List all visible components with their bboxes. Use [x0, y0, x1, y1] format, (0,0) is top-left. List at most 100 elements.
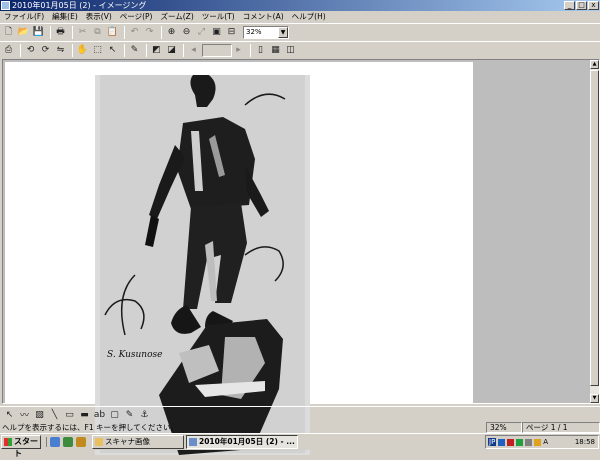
zoom-select[interactable]: 32% ▼ — [243, 25, 289, 39]
status-bar: ヘルプを表示するには、F1 キーを押してください。 32% ページ 1 / 1 — [0, 422, 600, 433]
scanned-illustration: S. Kusunose — [95, 75, 310, 455]
maximize-button[interactable]: □ — [576, 1, 587, 10]
scan-icon[interactable]: ⎙ — [2, 44, 15, 57]
pointer-icon[interactable]: ↖ — [106, 44, 119, 57]
scroll-up-icon[interactable]: ▲ — [590, 60, 599, 69]
status-help-text: ヘルプを表示するには、F1 キーを押してください。 — [2, 423, 179, 432]
menu-edit[interactable]: 編集(E) — [48, 11, 82, 23]
zoom-out-icon[interactable]: ⊖ — [180, 26, 193, 39]
page-number-input[interactable] — [202, 43, 232, 57]
rotate-right-icon[interactable]: ⟳ — [39, 44, 52, 57]
save-icon[interactable]: 💾 — [32, 26, 45, 39]
system-tray: JP A 18:58 — [485, 435, 599, 449]
compress-icon[interactable]: ◪ — [165, 44, 178, 57]
ime-mode-indicator[interactable]: A — [543, 438, 548, 446]
scroll-down-icon[interactable]: ▼ — [590, 394, 599, 403]
internet-explorer-icon[interactable] — [50, 437, 60, 447]
menu-bar: ファイル(F) 編集(E) 表示(V) ページ(P) ズーム(Z) ツール(T)… — [0, 11, 600, 23]
highlighter-icon[interactable]: ▨ — [33, 408, 46, 421]
separator — [20, 43, 21, 57]
tray-icon[interactable] — [507, 438, 515, 446]
one-page-icon[interactable]: ▯ — [254, 44, 267, 57]
fit-width-icon[interactable]: ⊟ — [225, 26, 238, 39]
show-desktop-icon[interactable] — [63, 437, 73, 447]
tray-icon[interactable] — [534, 438, 542, 446]
task-label: スキャナ画像 — [105, 437, 150, 446]
menu-zoom[interactable]: ズーム(Z) — [156, 11, 197, 23]
imaging-window: 2010年01月05日 (2) - イメージング _ □ x ファイル(F) 編… — [0, 0, 600, 458]
hand-tool-icon[interactable]: ✋ — [76, 44, 89, 57]
start-button[interactable]: スタート — [1, 435, 41, 458]
filled-rectangle-icon[interactable]: ▬ — [78, 408, 91, 421]
separator — [124, 43, 125, 57]
tray-icon[interactable] — [498, 438, 506, 446]
menu-page[interactable]: ページ(P) — [116, 11, 157, 23]
text-icon[interactable]: ab — [93, 408, 106, 421]
annotation-toolbar: ↖ 〰 ▨ ╲ ▭ ▬ ab ▢ ✎ ⚓ — [0, 406, 600, 422]
thumbnail-icon[interactable]: ▦ — [269, 44, 282, 57]
separator — [161, 25, 162, 39]
chevron-down-icon[interactable]: ▼ — [278, 26, 288, 38]
separator — [72, 43, 73, 57]
scroll-thumb[interactable] — [590, 70, 599, 386]
select-rect-icon[interactable]: ⬚ — [91, 44, 104, 57]
document-page[interactable]: S. Kusunose — [5, 62, 473, 455]
page-and-thumbnail-icon[interactable]: ◫ — [284, 44, 297, 57]
clock[interactable]: 18:58 — [575, 438, 598, 446]
next-page-icon[interactable]: ▸ — [232, 44, 245, 57]
rubber-stamp-icon[interactable]: ⚓ — [138, 408, 151, 421]
imaging-app-icon — [189, 438, 197, 446]
new-icon[interactable]: 🗋 — [2, 26, 15, 39]
paste-icon[interactable]: 📋 — [106, 26, 119, 39]
rotate-left-icon[interactable]: ⟲ — [24, 44, 37, 57]
start-label: スタート — [14, 437, 38, 458]
zoom-value: 32% — [246, 27, 262, 36]
undo-icon[interactable]: ↶ — [128, 26, 141, 39]
previous-page-icon[interactable]: ◂ — [187, 44, 200, 57]
minimize-button[interactable]: _ — [564, 1, 575, 10]
quick-launch — [46, 437, 86, 447]
imaging-toolbar: ⎙ ⟲ ⟳ ⇋ ✋ ⬚ ↖ ✎ ◩ ◪ ◂ ▸ ▯ ▦ ◫ — [0, 41, 600, 58]
close-button[interactable]: x — [588, 1, 599, 10]
title-bar[interactable]: 2010年01月05日 (2) - イメージング _ □ x — [0, 0, 600, 11]
open-icon[interactable]: 📂 — [17, 26, 30, 39]
flip-icon[interactable]: ⇋ — [54, 44, 67, 57]
windows-logo-icon — [4, 438, 12, 446]
separator — [50, 25, 51, 39]
separator — [146, 43, 147, 57]
best-fit-icon[interactable]: ▣ — [210, 26, 223, 39]
redo-icon[interactable]: ↷ — [143, 26, 156, 39]
task-imaging[interactable]: 2010年01月05日 (2) - ... — [186, 435, 298, 449]
menu-file[interactable]: ファイル(F) — [0, 11, 48, 23]
media-player-icon[interactable] — [76, 437, 86, 447]
separator — [183, 43, 184, 57]
tray-icon[interactable] — [525, 438, 533, 446]
menu-tools[interactable]: ツール(T) — [198, 11, 239, 23]
zoom-in-icon[interactable]: ⊕ — [165, 26, 178, 39]
folder-icon — [95, 438, 103, 446]
annotation-toolbar-icon[interactable]: ✎ — [128, 44, 141, 57]
app-icon — [1, 1, 10, 10]
tray-icon[interactable] — [516, 438, 524, 446]
vertical-scrollbar[interactable]: ▲ ▼ — [590, 60, 599, 403]
standard-toolbar: 🗋 📂 💾 🖶 ✂ ⧉ 📋 ↶ ↷ ⊕ ⊖ ⤢ ▣ ⊟ 32% ▼ — [0, 23, 600, 40]
window-title: 2010年01月05日 (2) - イメージング — [12, 1, 147, 10]
straight-line-icon[interactable]: ╲ — [48, 408, 61, 421]
hollow-rectangle-icon[interactable]: ▭ — [63, 408, 76, 421]
copy-icon[interactable]: ⧉ — [91, 26, 104, 39]
cut-icon[interactable]: ✂ — [76, 26, 89, 39]
image-view[interactable]: S. Kusunose ▲ ▼ — [2, 59, 600, 455]
color-icon[interactable]: ◩ — [150, 44, 163, 57]
language-indicator[interactable]: JP — [488, 438, 497, 446]
zoom-select-icon[interactable]: ⤢ — [195, 26, 208, 39]
attach-note-icon[interactable]: ▢ — [108, 408, 121, 421]
text-from-file-icon[interactable]: ✎ — [123, 408, 136, 421]
freehand-line-icon[interactable]: 〰 — [18, 408, 31, 421]
menu-view[interactable]: 表示(V) — [82, 11, 116, 23]
task-scanner-images[interactable]: スキャナ画像 — [92, 435, 184, 449]
menu-help[interactable]: ヘルプ(H) — [288, 11, 330, 23]
annotation-select-icon[interactable]: ↖ — [3, 408, 16, 421]
menu-comment[interactable]: コメント(A) — [239, 11, 288, 23]
artist-signature: S. Kusunose — [107, 350, 162, 360]
print-icon[interactable]: 🖶 — [54, 26, 67, 39]
